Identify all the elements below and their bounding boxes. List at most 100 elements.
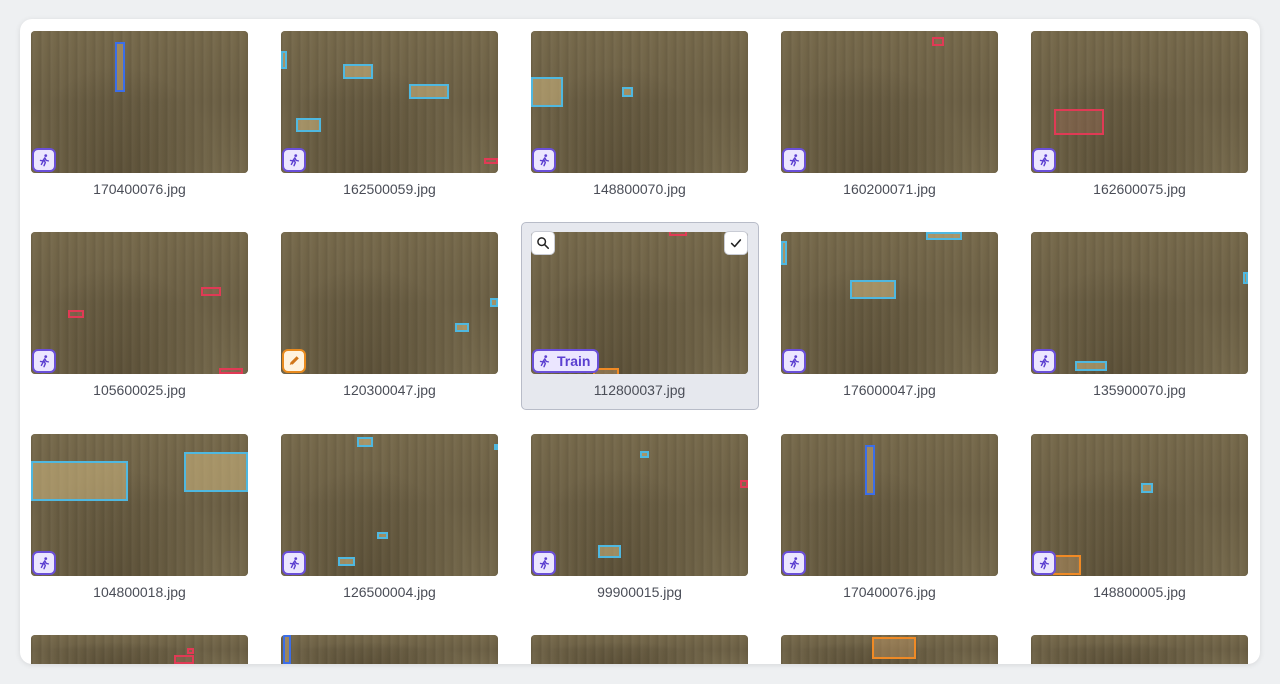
edit-badge[interactable]: [282, 349, 306, 373]
image-thumbnail[interactable]: [281, 434, 498, 576]
image-card[interactable]: 148800005.jpg: [1020, 422, 1258, 610]
image-filename: 148800005.jpg: [1093, 584, 1186, 600]
image-card[interactable]: 170400076.jpg: [20, 19, 258, 207]
person-running-icon: [537, 354, 551, 368]
image-thumbnail[interactable]: [781, 232, 998, 374]
annotation-box: [781, 241, 787, 265]
annotation-box: [281, 51, 287, 69]
image-card[interactable]: 160200071.jpg: [770, 19, 1008, 207]
annotation-box: [1075, 361, 1107, 371]
annotation-box: [31, 461, 128, 501]
image-card[interactable]: 162500059.jpg: [270, 19, 508, 207]
annotation-box: [1243, 272, 1248, 284]
image-thumbnail[interactable]: [531, 635, 748, 664]
image-card[interactable]: 126500004.jpg: [270, 422, 508, 610]
annotation-box: [598, 545, 621, 558]
image-thumbnail[interactable]: [1031, 232, 1248, 374]
image-thumbnail[interactable]: Train: [531, 232, 748, 374]
person-running-icon: [287, 153, 301, 167]
image-card-selected[interactable]: Train 112800037.jpg: [521, 222, 759, 410]
image-filename: 170400076.jpg: [93, 181, 186, 197]
image-thumbnail[interactable]: [281, 232, 498, 374]
person-running-icon: [1037, 354, 1051, 368]
image-thumbnail[interactable]: [531, 434, 748, 576]
person-running-icon: [1037, 556, 1051, 570]
pencil-icon: [287, 354, 301, 368]
image-thumbnail[interactable]: [1031, 31, 1248, 173]
image-card[interactable]: 176000047.jpg: [770, 221, 1008, 409]
train-badge[interactable]: [532, 148, 556, 172]
person-running-icon: [1037, 153, 1051, 167]
person-running-icon: [537, 556, 551, 570]
image-card[interactable]: 148800070.jpg: [520, 19, 758, 207]
image-thumbnail[interactable]: [281, 635, 498, 664]
image-thumbnail[interactable]: [31, 635, 248, 664]
annotation-box: [531, 77, 563, 107]
train-badge[interactable]: [282, 551, 306, 575]
image-filename: 120300047.jpg: [343, 382, 436, 398]
annotation-box: [494, 444, 498, 450]
image-thumbnail[interactable]: [1031, 434, 1248, 576]
image-thumbnail[interactable]: [31, 434, 248, 576]
annotation-box: [219, 368, 243, 374]
annotation-box: [357, 437, 373, 447]
image-card[interactable]: 162600075.jpg: [1020, 19, 1258, 207]
annotation-box: [338, 557, 355, 566]
image-filename: 126500004.jpg: [343, 584, 436, 600]
image-filename: 160200071.jpg: [843, 181, 936, 197]
annotation-box: [201, 287, 221, 296]
select-checkbox[interactable]: [724, 231, 748, 255]
train-badge[interactable]: [782, 148, 806, 172]
image-card[interactable]: [1020, 623, 1258, 664]
image-thumbnail[interactable]: [531, 31, 748, 173]
image-card[interactable]: 99900015.jpg: [520, 422, 758, 610]
image-card[interactable]: [270, 623, 508, 664]
image-card[interactable]: [20, 623, 258, 664]
annotation-box: [174, 655, 194, 664]
annotation-box: [296, 118, 321, 132]
train-badge[interactable]: [32, 349, 56, 373]
image-thumbnail[interactable]: [781, 635, 998, 664]
image-card[interactable]: [770, 623, 1008, 664]
image-thumbnail[interactable]: [281, 31, 498, 173]
train-badge[interactable]: Train: [532, 349, 600, 373]
image-thumbnail[interactable]: [31, 31, 248, 173]
image-thumbnail[interactable]: [1031, 635, 1248, 664]
zoom-button[interactable]: [531, 231, 555, 255]
train-badge[interactable]: [782, 551, 806, 575]
annotation-box: [669, 232, 687, 236]
image-card[interactable]: 120300047.jpg: [270, 221, 508, 409]
image-thumbnail[interactable]: [781, 434, 998, 576]
train-badge[interactable]: [1032, 148, 1056, 172]
image-card[interactable]: 170400076.jpg: [770, 422, 1008, 610]
annotation-box: [740, 480, 748, 488]
train-badge[interactable]: [32, 551, 56, 575]
image-card[interactable]: [520, 623, 758, 664]
image-thumbnail[interactable]: [781, 31, 998, 173]
image-filename: 112800037.jpg: [593, 382, 686, 398]
annotation-box: [1054, 109, 1104, 135]
image-filename: 162500059.jpg: [343, 181, 436, 197]
train-badge[interactable]: [782, 349, 806, 373]
person-running-icon: [787, 153, 801, 167]
image-card[interactable]: 104800018.jpg: [20, 422, 258, 610]
annotation-box: [1053, 555, 1081, 575]
annotation-box: [640, 451, 649, 458]
image-thumbnail[interactable]: [31, 232, 248, 374]
check-icon: [729, 236, 743, 250]
train-badge[interactable]: [1032, 349, 1056, 373]
train-badge[interactable]: [532, 551, 556, 575]
annotation-box: [409, 84, 449, 99]
train-badge[interactable]: [32, 148, 56, 172]
person-running-icon: [537, 153, 551, 167]
person-running-icon: [37, 556, 51, 570]
image-card[interactable]: 135900070.jpg: [1020, 221, 1258, 409]
image-gallery-panel: 170400076.jpg 162500059.jpg 148800070.jp…: [20, 19, 1260, 664]
badge-label: Train: [557, 353, 591, 369]
train-badge[interactable]: [1032, 551, 1056, 575]
annotation-box: [926, 232, 962, 240]
train-badge[interactable]: [282, 148, 306, 172]
annotation-box: [850, 280, 896, 299]
image-filename: 170400076.jpg: [843, 584, 936, 600]
image-card[interactable]: 105600025.jpg: [20, 221, 258, 409]
